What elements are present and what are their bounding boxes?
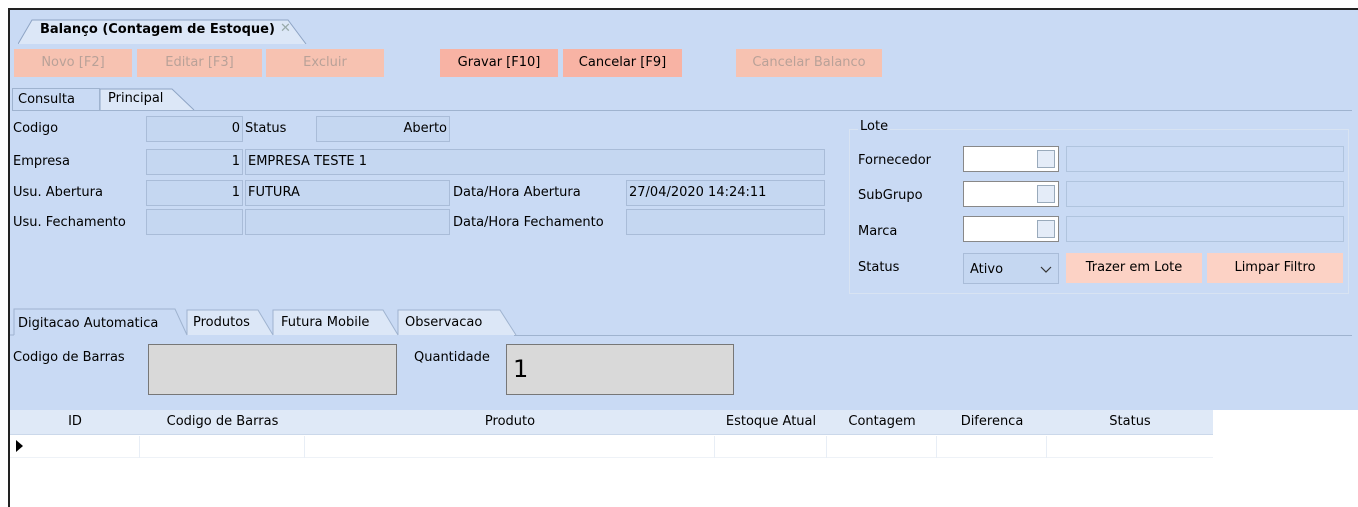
limpar-filtro-button[interactable]: Limpar Filtro bbox=[1207, 253, 1343, 283]
tab-divider bbox=[12, 110, 1352, 111]
cancelar-balanco-button[interactable]: Cancelar Balanco bbox=[736, 49, 882, 77]
empresa-id-field[interactable]: 1 bbox=[146, 149, 243, 175]
data-fechamento-field bbox=[626, 209, 825, 235]
empresa-label: Empresa bbox=[13, 154, 70, 169]
grid-header: ID Codigo de Barras Produto Estoque Atua… bbox=[10, 410, 1213, 435]
data-fechamento-label: Data/Hora Fechamento bbox=[453, 215, 604, 230]
subgrupo-desc-field bbox=[1066, 181, 1344, 207]
row-divider bbox=[304, 436, 305, 458]
usu-abertura-name-field: FUTURA bbox=[245, 180, 450, 206]
marca-label: Marca bbox=[858, 224, 898, 239]
column-header-status[interactable]: Status bbox=[1047, 414, 1213, 429]
novo-button[interactable]: Novo [F2] bbox=[14, 49, 132, 77]
fornecedor-input[interactable] bbox=[963, 146, 1059, 172]
column-header-produto[interactable]: Produto bbox=[305, 414, 715, 429]
trazer-em-lote-button[interactable]: Trazer em Lote bbox=[1066, 253, 1202, 283]
row-divider bbox=[1046, 436, 1047, 458]
tab-produtos[interactable]: Produtos bbox=[193, 315, 250, 330]
status-label: Status bbox=[245, 121, 287, 136]
document-tab[interactable]: Balanço (Contagem de Estoque) ✕ bbox=[18, 18, 308, 44]
quantidade-label: Quantidade bbox=[414, 350, 490, 365]
search-icon[interactable] bbox=[1037, 185, 1055, 203]
data-abertura-field: 27/04/2020 14:24:11 bbox=[626, 180, 825, 206]
subgrupo-label: SubGrupo bbox=[858, 188, 923, 203]
lote-title: Lote bbox=[858, 119, 891, 134]
tab-consulta[interactable]: Consulta bbox=[12, 88, 100, 110]
codigo-label: Codigo bbox=[13, 121, 59, 136]
fornecedor-label: Fornecedor bbox=[858, 153, 932, 168]
status-select-value: Ativo bbox=[970, 262, 1004, 277]
excluir-button[interactable]: Excluir bbox=[266, 49, 384, 77]
usu-fechamento-id-field[interactable] bbox=[146, 209, 243, 235]
usu-abertura-id-field[interactable]: 1 bbox=[146, 180, 243, 206]
column-header-id[interactable]: ID bbox=[10, 414, 140, 429]
column-header-estoque-atual[interactable]: Estoque Atual bbox=[715, 414, 827, 429]
column-header-contagem[interactable]: Contagem bbox=[827, 414, 937, 429]
gravar-button[interactable]: Gravar [F10] bbox=[440, 49, 558, 77]
empresa-name-field: EMPRESA TESTE 1 bbox=[245, 149, 825, 175]
subgrupo-input[interactable] bbox=[963, 181, 1059, 207]
tab-digitacao-automatica[interactable]: Digitacao Automatica bbox=[18, 316, 158, 331]
quantidade-input[interactable]: 1 bbox=[506, 344, 734, 395]
codigo-barras-label: Codigo de Barras bbox=[13, 350, 125, 365]
column-header-diferenca[interactable]: Diferenca bbox=[937, 414, 1047, 429]
row-divider bbox=[714, 436, 715, 458]
editar-button[interactable]: Editar [F3] bbox=[137, 49, 262, 77]
chevron-down-icon bbox=[1040, 266, 1052, 273]
tab-principal[interactable]: Principal bbox=[100, 88, 200, 110]
column-header-codigo-barras[interactable]: Codigo de Barras bbox=[140, 414, 305, 429]
tab-futura-mobile[interactable]: Futura Mobile bbox=[281, 315, 369, 330]
table-row[interactable] bbox=[10, 436, 1213, 458]
search-icon[interactable] bbox=[1037, 220, 1055, 238]
lote-status-label: Status bbox=[858, 260, 900, 275]
cancelar-button[interactable]: Cancelar [F9] bbox=[563, 49, 682, 77]
row-divider bbox=[936, 436, 937, 458]
status-select[interactable]: Ativo bbox=[963, 253, 1059, 284]
document-tab-title: Balanço (Contagem de Estoque) bbox=[40, 22, 275, 37]
tab-observacao[interactable]: Observacao bbox=[405, 315, 482, 330]
usu-abertura-label: Usu. Abertura bbox=[13, 185, 103, 200]
status-field[interactable]: Aberto bbox=[316, 116, 450, 142]
codigo-field[interactable]: 0 bbox=[146, 116, 243, 142]
tab-principal-label: Principal bbox=[108, 91, 164, 106]
usu-fechamento-name-field bbox=[245, 209, 450, 235]
marca-desc-field bbox=[1066, 216, 1344, 242]
search-icon[interactable] bbox=[1037, 150, 1055, 168]
data-abertura-label: Data/Hora Abertura bbox=[453, 185, 581, 200]
close-icon[interactable]: ✕ bbox=[280, 21, 291, 36]
fornecedor-desc-field bbox=[1066, 146, 1344, 172]
row-divider bbox=[826, 436, 827, 458]
inner-tab-divider bbox=[514, 335, 1352, 336]
codigo-barras-input[interactable] bbox=[148, 344, 397, 395]
marca-input[interactable] bbox=[963, 216, 1059, 242]
usu-fechamento-label: Usu. Fechamento bbox=[13, 215, 126, 230]
row-indicator-icon bbox=[16, 440, 23, 452]
row-divider bbox=[139, 436, 140, 458]
tab-consulta-label: Consulta bbox=[18, 92, 75, 107]
